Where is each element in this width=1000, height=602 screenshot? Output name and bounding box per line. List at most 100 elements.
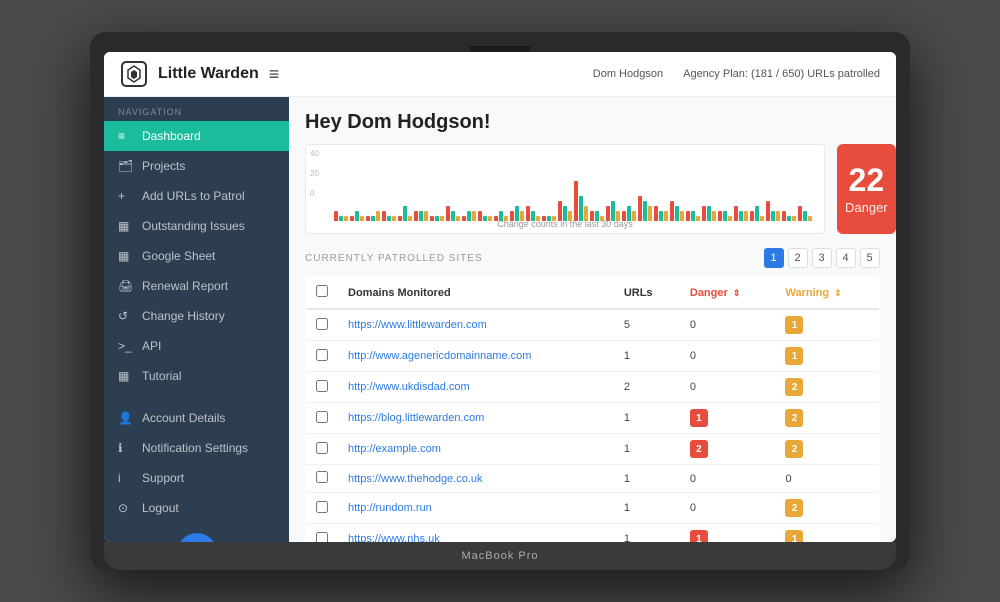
cell-danger: 1: [680, 403, 776, 434]
add-icon: +: [118, 189, 134, 203]
th-warning[interactable]: Warning ⇕: [775, 277, 879, 310]
page-btn-5[interactable]: 5: [860, 248, 880, 268]
history-icon: ↺: [118, 309, 134, 323]
row-checkbox[interactable]: [316, 501, 328, 513]
table-row: https://www.littlewarden.com501: [306, 309, 880, 341]
bar-ok: [643, 201, 647, 221]
notification-icon: ℹ: [118, 441, 134, 455]
bar-danger: [558, 201, 562, 221]
select-all-checkbox[interactable]: [316, 285, 328, 297]
sidebar-item-label: Renewal Report: [142, 279, 228, 293]
table-body: https://www.littlewarden.com501http://ww…: [306, 309, 880, 542]
sidebar-item-dashboard[interactable]: ≡ Dashboard: [104, 121, 289, 151]
cell-domain[interactable]: http://example.com: [338, 434, 614, 465]
sidebar-nav-label: NAVIGATION: [104, 97, 289, 121]
cell-warning: 2: [775, 434, 879, 465]
table-row: https://www.thehodge.co.uk100: [306, 465, 880, 493]
danger-badge: 2: [690, 440, 708, 458]
bar-danger: [638, 196, 642, 221]
logo-icon: [120, 60, 148, 88]
row-checkbox[interactable]: [316, 411, 328, 423]
cell-domain[interactable]: https://www.thehodge.co.uk: [338, 465, 614, 493]
laptop-base-label: MacBook Pro: [461, 550, 538, 562]
th-domain: Domains Monitored: [338, 277, 614, 310]
y-label-20: 20: [310, 169, 319, 178]
sidebar-item-account-details[interactable]: 👤 Account Details: [104, 403, 289, 433]
app-title: Little Warden: [158, 65, 259, 83]
page-btn-1[interactable]: 1: [764, 248, 784, 268]
page-btn-3[interactable]: 3: [812, 248, 832, 268]
cell-danger: 2: [680, 434, 776, 465]
th-urls: URLs: [614, 277, 680, 310]
laptop-base: MacBook Pro: [104, 542, 896, 570]
chart-bar-group: [638, 196, 652, 221]
danger-count: 22: [849, 164, 885, 196]
dashboard-icon: ≡: [118, 129, 134, 143]
sidebar-item-renewal-report[interactable]: 🖨 Renewal Report: [104, 271, 289, 301]
cell-urls: 1: [614, 465, 680, 493]
sidebar-item-outstanding-issues[interactable]: ▦ Outstanding Issues: [104, 211, 289, 241]
row-checkbox[interactable]: [316, 380, 328, 392]
logout-icon: ⊙: [118, 501, 134, 515]
danger-stat-card: 22 Danger: [837, 144, 896, 234]
sidebar-item-add-urls[interactable]: + Add URLs to Patrol: [104, 181, 289, 211]
danger-sort-icon: ⇕: [733, 288, 741, 298]
sidebar-item-projects[interactable]: 🗂 Projects: [104, 151, 289, 181]
sidebar-item-support[interactable]: i Support: [104, 463, 289, 493]
plan-info: Agency Plan: (181 / 650) URLs patrolled: [683, 68, 880, 80]
sidebar-item-notification-settings[interactable]: ℹ Notification Settings: [104, 433, 289, 463]
bar-ok: [611, 201, 615, 221]
pagination: 1 2 3 4 5: [764, 248, 880, 268]
cell-domain[interactable]: https://www.littlewarden.com: [338, 309, 614, 341]
sidebar-item-label: Tutorial: [142, 369, 182, 383]
chart-bar-group: [558, 201, 572, 221]
cell-domain[interactable]: http://www.agenericdomainname.com: [338, 341, 614, 372]
table-row: http://example.com122: [306, 434, 880, 465]
issues-icon: ▦: [118, 219, 134, 233]
cell-warning: 1: [775, 524, 879, 543]
laptop-screen: Little Warden ≡ Dom Hodgson Agency Plan:…: [104, 52, 896, 542]
sidebar-item-label: Logout: [142, 501, 179, 515]
chat-button[interactable]: 💬: [177, 533, 217, 542]
sidebar-item-label: Projects: [142, 159, 185, 173]
sidebar-item-label: Add URLs to Patrol: [142, 189, 245, 203]
main-content: Hey Dom Hodgson! 40 20 0 Change counts i…: [289, 97, 896, 542]
warning-badge: 2: [785, 378, 803, 396]
sidebar-item-api[interactable]: >_ API: [104, 331, 289, 361]
warning-badge: 1: [785, 316, 803, 334]
cell-urls: 1: [614, 403, 680, 434]
row-checkbox[interactable]: [316, 349, 328, 361]
page-btn-2[interactable]: 2: [788, 248, 808, 268]
warning-badge: 1: [785, 347, 803, 365]
sidebar-item-change-history[interactable]: ↺ Change History: [104, 301, 289, 331]
row-checkbox[interactable]: [316, 532, 328, 543]
warning-badge: 2: [785, 440, 803, 458]
laptop-frame: Little Warden ≡ Dom Hodgson Agency Plan:…: [90, 32, 910, 570]
th-danger[interactable]: Danger ⇕: [680, 277, 776, 310]
cell-domain[interactable]: http://rundom.run: [338, 493, 614, 524]
user-name: Dom Hodgson: [593, 68, 663, 80]
hamburger-icon[interactable]: ≡: [269, 64, 280, 85]
cell-domain[interactable]: http://www.ukdisdad.com: [338, 372, 614, 403]
top-bar-left: Little Warden ≡: [120, 60, 279, 88]
cell-urls: 1: [614, 341, 680, 372]
cell-domain[interactable]: https://blog.littlewarden.com: [338, 403, 614, 434]
table-row: https://blog.littlewarden.com112: [306, 403, 880, 434]
row-checkbox[interactable]: [316, 318, 328, 330]
bar-danger: [670, 201, 674, 221]
sheet-icon: ▦: [118, 249, 134, 263]
sidebar-item-label: Change History: [142, 309, 225, 323]
sidebar-item-google-sheet[interactable]: ▦ Google Sheet: [104, 241, 289, 271]
sidebar-item-logout[interactable]: ⊙ Logout: [104, 493, 289, 523]
app: Little Warden ≡ Dom Hodgson Agency Plan:…: [104, 52, 896, 542]
cell-domain[interactable]: https://www.nhs.uk: [338, 524, 614, 543]
y-label-40: 40: [310, 149, 319, 158]
warning-badge: 1: [785, 530, 803, 542]
row-checkbox[interactable]: [316, 471, 328, 483]
page-btn-4[interactable]: 4: [836, 248, 856, 268]
sidebar-item-tutorial[interactable]: ▦ Tutorial: [104, 361, 289, 391]
chart-bar-group: [606, 201, 620, 221]
cell-urls: 2: [614, 372, 680, 403]
row-checkbox[interactable]: [316, 442, 328, 454]
table-row: http://www.agenericdomainname.com101: [306, 341, 880, 372]
